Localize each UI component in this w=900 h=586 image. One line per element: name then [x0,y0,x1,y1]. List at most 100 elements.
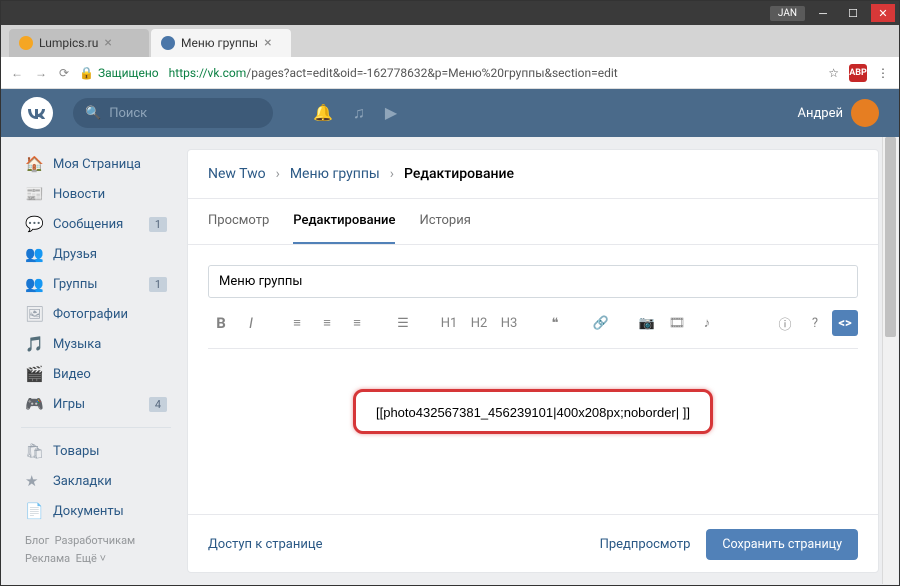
breadcrumb: New Two› Меню группы› Редактирование [188,150,878,199]
tab-view[interactable]: Просмотр [208,199,269,244]
maximize-button[interactable]: ☐ [841,4,865,22]
badge: 1 [149,277,167,292]
footer-link[interactable]: Разработчикам [55,534,136,547]
play-icon[interactable]: ▶ [385,103,397,123]
reload-button[interactable]: ⟳ [59,66,69,80]
adblock-icon[interactable]: ABP [849,64,867,82]
browser-tab[interactable]: Lumpics.ru × [9,29,149,57]
tab-edit[interactable]: Редактирование [293,199,395,244]
star-icon[interactable]: ☆ [828,66,839,80]
search-input[interactable]: 🔍 Поиск [73,98,273,128]
divider [21,427,171,428]
sidebar-item-my-page[interactable]: 🏠Моя Страница [21,149,171,179]
page-tabs: Просмотр Редактирование История [188,199,878,245]
tab-title: Меню группы [181,36,258,50]
close-icon[interactable]: × [264,35,271,51]
page-title-input[interactable] [208,265,858,298]
photos-icon: 🖼 [25,305,43,323]
code-button[interactable]: <> [832,310,858,336]
lock-icon: 🔒Защищено [79,66,159,80]
sidebar-item-friends[interactable]: 👥Друзья [21,239,171,269]
sidebar-footer: Блог Разработчикам Реклама Ещё ˅ [21,526,171,573]
bookmarks-icon: ★ [25,472,43,490]
vk-logo-icon[interactable] [21,97,53,129]
preview-link[interactable]: Предпросмотр [600,537,691,552]
footer-link[interactable]: Реклама [25,552,70,565]
close-button[interactable]: ✕ [871,4,895,22]
avatar [851,99,879,127]
sidebar-item-games[interactable]: 🎮Игры4 [21,389,171,419]
tab-title: Lumpics.ru [39,36,98,50]
documents-icon: 📄 [25,502,43,520]
sidebar-item-groups[interactable]: 👥Группы1 [21,269,171,299]
minimize-button[interactable]: ─ [811,4,835,22]
window-titlebar: JAN ─ ☐ ✕ [1,1,899,25]
sidebar-item-news[interactable]: 📰Новости [21,179,171,209]
audio-icon[interactable]: ♪ [694,310,720,336]
tab-history[interactable]: История [419,199,470,244]
h1-button[interactable]: H1 [436,310,462,336]
footer-link[interactable]: Ещё ˅ [76,552,106,565]
games-icon: 🎮 [25,395,43,413]
wiki-code[interactable]: [[photo432567381_456239101|400x208px;nob… [376,405,690,420]
sidebar: 🏠Моя Страница 📰Новости 💬Сообщения1 👥Друз… [21,149,171,573]
sidebar-item-documents[interactable]: 📄Документы [21,496,171,526]
help-button[interactable]: ? [802,310,828,336]
align-center-icon[interactable]: ≡ [314,310,340,336]
browser-tabs: Lumpics.ru × Меню группы × [1,25,899,57]
align-left-icon[interactable]: ≡ [284,310,310,336]
footer-link[interactable]: Блог [25,534,49,547]
forward-button[interactable]: → [35,66,47,80]
address-bar: ← → ⟳ 🔒Защищено https://vk.com/pages?act… [1,57,899,89]
music-nav-icon: 🎵 [25,335,43,353]
badge: 1 [149,217,167,232]
bold-button[interactable]: B [208,310,234,336]
access-link[interactable]: Доступ к странице [208,537,322,552]
badge: 4 [149,397,167,412]
info-button[interactable]: ⓘ [772,310,798,336]
close-icon[interactable]: × [104,35,111,51]
url-field[interactable]: https://vk.com/pages?act=edit&oid=-16277… [169,66,819,80]
sidebar-item-photos[interactable]: 🖼Фотографии [21,299,171,329]
highlight-box: [[photo432567381_456239101|400x208px;nob… [353,389,713,434]
music-icon[interactable]: ♫ [353,103,365,123]
browser-tab[interactable]: Меню группы × [151,29,291,57]
h3-button[interactable]: H3 [496,310,522,336]
friends-icon: 👥 [25,245,43,263]
home-icon: 🏠 [25,155,43,173]
vk-header: 🔍 Поиск 🔔 ♫ ▶ Андрей [1,89,899,137]
h2-button[interactable]: H2 [466,310,492,336]
photo-icon[interactable]: 📷 [634,310,660,336]
scroll-thumb[interactable] [885,137,896,337]
groups-icon: 👥 [25,275,43,293]
breadcrumb-link[interactable]: Меню группы [290,166,380,182]
scrollbar[interactable] [882,137,898,584]
link-icon[interactable]: 🔗 [588,310,614,336]
notifications-icon[interactable]: 🔔 [313,103,333,123]
user-menu[interactable]: Андрей [797,99,879,127]
sidebar-item-video[interactable]: 🎬Видео [21,359,171,389]
video-tb-icon[interactable]: 🎞 [664,310,690,336]
menu-icon[interactable]: ⋮ [877,66,889,80]
market-icon: 🛍 [25,442,43,460]
sidebar-item-market[interactable]: 🛍Товары [21,436,171,466]
sidebar-item-messages[interactable]: 💬Сообщения1 [21,209,171,239]
breadcrumb-link[interactable]: New Two [208,166,266,182]
back-button[interactable]: ← [11,66,23,80]
window-user: JAN [770,6,805,21]
sidebar-item-bookmarks[interactable]: ★Закладки [21,466,171,496]
quote-button[interactable]: ❝ [542,310,568,336]
favicon-icon [161,36,175,50]
messages-icon: 💬 [25,215,43,233]
page-footer: Доступ к странице Предпросмотр Сохранить… [188,514,878,574]
align-right-icon[interactable]: ≡ [344,310,370,336]
italic-button[interactable]: I [238,310,264,336]
video-icon: 🎬 [25,365,43,383]
sidebar-item-music[interactable]: 🎵Музыка [21,329,171,359]
editor-area[interactable]: [[photo432567381_456239101|400x208px;nob… [208,349,858,494]
search-icon: 🔍 [85,106,101,121]
list-icon[interactable]: ☰ [390,310,416,336]
save-button[interactable]: Сохранить страницу [706,529,858,560]
editor-toolbar: B I ≡ ≡ ≡ ☰ H1 H2 H3 ❝ 🔗 📷 🎞 ♪ [208,298,858,349]
breadcrumb-current: Редактирование [404,166,514,182]
